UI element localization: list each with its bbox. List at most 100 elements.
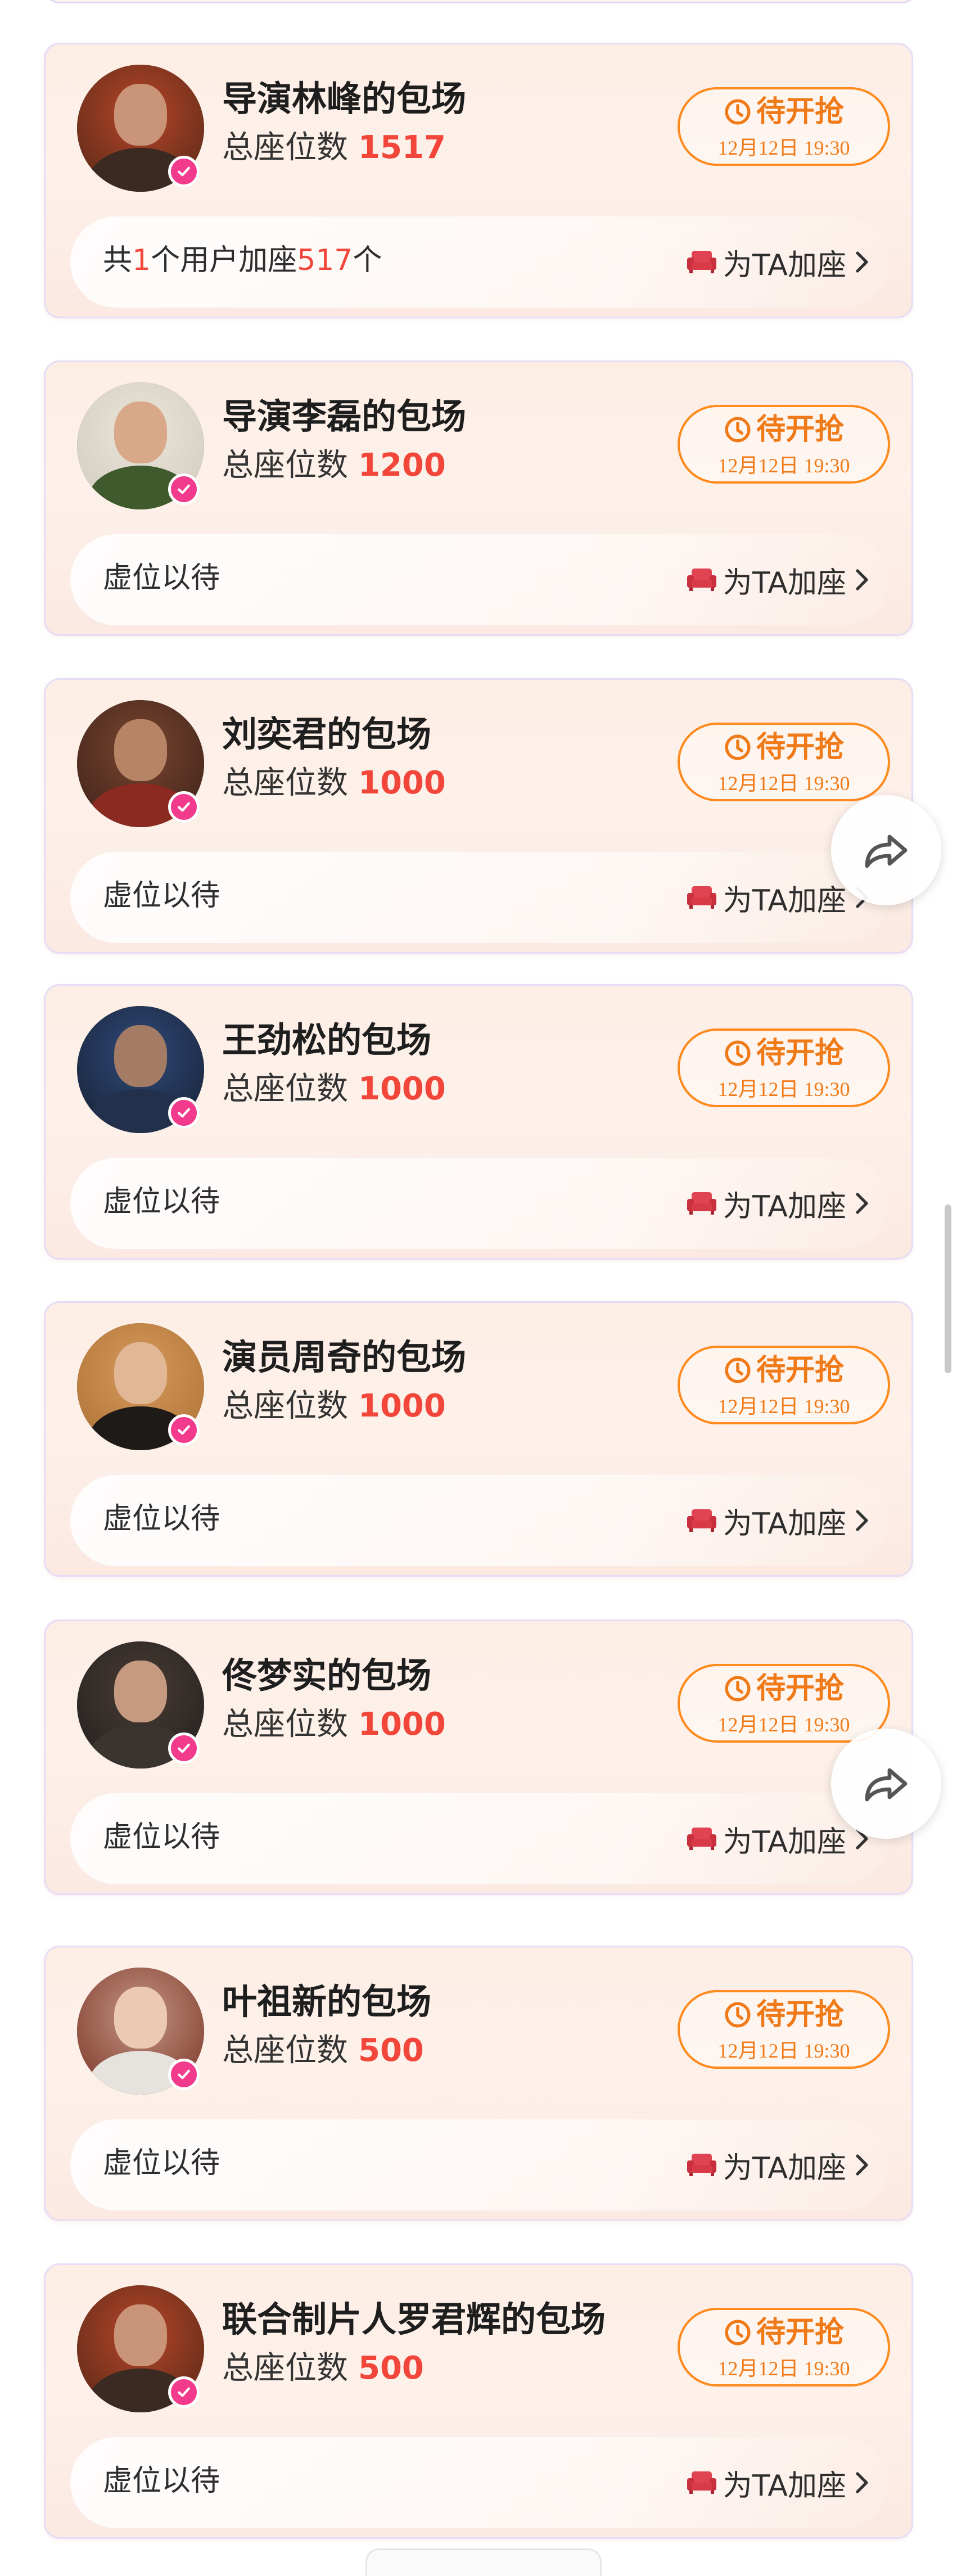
card-title: 导演李磊的包场 — [222, 396, 467, 437]
seat-count: 1000 — [358, 765, 446, 801]
sofa-icon — [687, 569, 716, 591]
card-title: 王劲松的包场 — [222, 1019, 432, 1061]
add-seat-button[interactable]: 为TA加座 — [686, 1180, 870, 1226]
screening-card[interactable]: 叶祖新的包场 总座位数 500 待开抢 12月12日 19:30 虚位以待 为TA… — [44, 1946, 913, 2221]
seat-count: 500 — [358, 2032, 424, 2069]
screening-card[interactable]: 王劲松的包场 总座位数 1000 待开抢 12月12日 19:30 虚位以待 为T… — [44, 984, 913, 1260]
pending-label: 待开抢 — [756, 1672, 844, 1706]
add-seat-button[interactable]: 为TA加座 — [686, 2460, 870, 2506]
seat-total: 总座位数 1517 — [222, 132, 446, 164]
card-footer: 虚位以待 为TA加座 — [70, 1793, 889, 1884]
verified-badge — [168, 1733, 200, 1764]
card-footer: 共1个用户加座517个 为TA加座 — [70, 216, 889, 308]
pending-button[interactable]: 待开抢 12月12日 19:30 — [678, 1664, 890, 1743]
screening-card[interactable]: 演员周奇的包场 总座位数 1000 待开抢 12月12日 19:30 虚位以待 为… — [44, 1301, 913, 1577]
verified-badge — [168, 1414, 200, 1446]
seat-count: 1200 — [358, 447, 446, 484]
pending-button[interactable]: 待开抢 12月12日 19:30 — [678, 87, 890, 166]
verified-check-icon — [178, 1108, 190, 1118]
share-button[interactable] — [831, 1729, 941, 1839]
footer-info: 共1个用户加座517个 — [103, 246, 382, 275]
card-title: 演员周奇的包场 — [222, 1337, 467, 1378]
verified-check-icon — [178, 1743, 190, 1753]
chevron-right-icon — [856, 569, 868, 590]
verified-badge — [168, 2376, 200, 2408]
screening-card[interactable]: 佟梦实的包场 总座位数 1000 待开抢 12月12日 19:30 虚位以待 为T… — [44, 1619, 913, 1895]
pending-time: 12月12日 19:30 — [717, 772, 850, 795]
vacant-text: 虚位以待 — [103, 879, 220, 913]
verified-badge — [168, 1097, 200, 1129]
vacant-text: 虚位以待 — [103, 2464, 220, 2498]
add-seat-label: 为TA加座 — [723, 2469, 846, 2503]
seat-label: 总座位数 — [222, 1071, 348, 1107]
add-seat-label: 为TA加座 — [723, 1189, 846, 1224]
avatar-face — [114, 401, 167, 463]
sofa-icon — [687, 886, 716, 909]
add-seat-button[interactable]: 为TA加座 — [686, 557, 870, 603]
verified-check-icon — [178, 1425, 190, 1435]
pending-button[interactable]: 待开抢 12月12日 19:30 — [678, 723, 890, 801]
share-button[interactable] — [831, 795, 941, 905]
seat-label: 总座位数 — [222, 129, 348, 166]
info-segment: 1 — [132, 243, 151, 277]
add-seat-label: 为TA加座 — [723, 883, 846, 918]
chevron-right-icon — [856, 1193, 868, 1214]
card-footer: 虚位以待 为TA加座 — [70, 1475, 889, 1566]
seat-total: 总座位数 500 — [222, 2353, 424, 2384]
vacant-text: 虚位以待 — [103, 1185, 220, 1219]
avatar-face — [114, 1025, 167, 1087]
share-arrow-icon — [865, 834, 908, 868]
screening-card[interactable]: 导演李磊的包场 总座位数 1200 待开抢 12月12日 19:30 虚位以待 为… — [44, 360, 913, 636]
card-title: 刘奕君的包场 — [222, 714, 432, 755]
seat-label: 总座位数 — [222, 447, 348, 484]
screening-card[interactable]: 联合制片人罗君辉的包场 总座位数 500 待开抢 12月12日 19:30 虚位以… — [44, 2263, 913, 2539]
info-segment: 个 — [353, 243, 382, 277]
card-title: 联合制片人罗君辉的包场 — [222, 2299, 606, 2340]
pending-time: 12月12日 19:30 — [717, 2040, 850, 2062]
card-footer: 虚位以待 为TA加座 — [70, 2119, 889, 2210]
clock-icon — [725, 417, 751, 443]
clock-icon — [725, 1676, 751, 1702]
pending-label: 待开抢 — [756, 2316, 844, 2349]
verified-badge — [168, 156, 200, 187]
add-seat-label: 为TA加座 — [723, 566, 846, 600]
pending-time: 12月12日 19:30 — [717, 454, 850, 477]
add-seat-button[interactable]: 为TA加座 — [686, 1816, 870, 1862]
seat-label: 总座位数 — [222, 2032, 348, 2069]
seat-total: 总座位数 500 — [222, 2035, 424, 2067]
add-seat-button[interactable]: 为TA加座 — [686, 2142, 870, 2188]
chevron-right-icon — [856, 1510, 868, 1531]
sofa-icon — [687, 251, 716, 273]
card-footer: 虚位以待 为TA加座 — [70, 2437, 889, 2528]
add-seat-label: 为TA加座 — [723, 1825, 846, 1859]
screening-card[interactable]: 导演林峰的包场 总座位数 1517 待开抢 12月12日 19:30 共1个用户加… — [44, 43, 913, 318]
pending-time: 12月12日 19:30 — [717, 1713, 850, 1736]
pending-button[interactable]: 待开抢 12月12日 19:30 — [678, 1990, 890, 2069]
pending-label: 待开抢 — [756, 730, 844, 764]
pending-button[interactable]: 待开抢 12月12日 19:30 — [678, 1346, 890, 1424]
clock-icon — [725, 2320, 751, 2345]
pending-time: 12月12日 19:30 — [717, 2357, 850, 2380]
add-seat-button[interactable]: 为TA加座 — [686, 239, 870, 285]
seat-total: 总座位数 1000 — [222, 1391, 446, 1422]
card-footer: 虚位以待 为TA加座 — [70, 1158, 889, 1249]
avatar-face — [114, 2304, 167, 2366]
scrollbar[interactable] — [945, 1204, 951, 1373]
pending-button[interactable]: 待开抢 12月12日 19:30 — [678, 405, 890, 484]
verified-check-icon — [178, 166, 190, 177]
card-footer: 虚位以待 为TA加座 — [70, 534, 889, 625]
clock-icon — [725, 1040, 751, 1066]
chevron-right-icon — [856, 251, 868, 273]
seat-count: 500 — [358, 2350, 424, 2386]
verified-badge — [168, 791, 200, 823]
pending-button[interactable]: 待开抢 12月12日 19:30 — [678, 2308, 890, 2386]
chevron-right-icon — [856, 2154, 868, 2176]
pending-time: 12月12日 19:30 — [717, 1078, 850, 1100]
card-title: 导演林峰的包场 — [222, 78, 467, 119]
screening-card[interactable]: 刘奕君的包场 总座位数 1000 待开抢 12月12日 19:30 虚位以待 为T… — [44, 678, 913, 954]
footer-info: 虚位以待 — [103, 1504, 220, 1533]
pending-button[interactable]: 待开抢 12月12日 19:30 — [678, 1028, 890, 1107]
clock-icon — [725, 1357, 751, 1383]
add-seat-button[interactable]: 为TA加座 — [686, 1497, 870, 1544]
bottom-tab-edge — [365, 2548, 602, 2576]
